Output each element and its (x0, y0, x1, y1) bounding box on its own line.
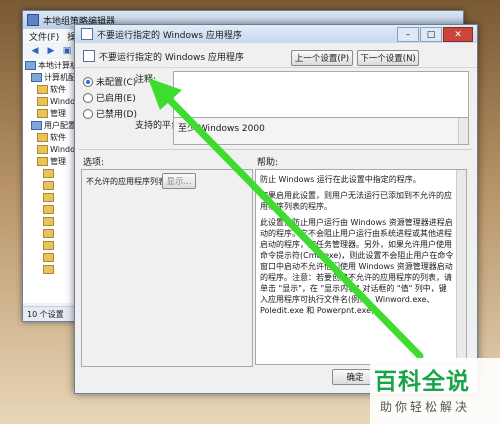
watermark: 百科全说 助你轻松解决 (370, 358, 500, 424)
watermark-title: 百科全说 (374, 369, 470, 395)
arrow-shaft (158, 88, 424, 360)
watermark-subtitle: 助你轻松解决 (380, 400, 471, 414)
